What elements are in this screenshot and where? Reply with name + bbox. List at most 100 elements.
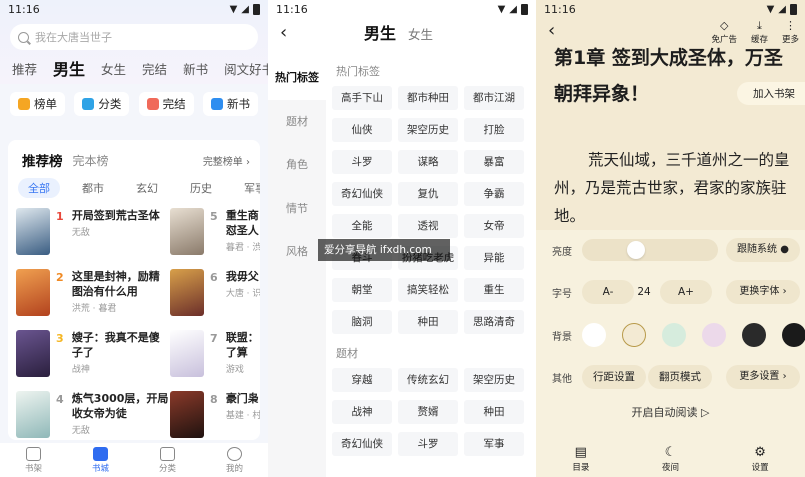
nav-bookstore[interactable]: 书城	[92, 446, 109, 474]
tab-female[interactable]: 女生	[93, 59, 134, 84]
more-button[interactable]: ⋮ 更多	[782, 20, 799, 46]
tag-chip[interactable]: 穿越	[332, 368, 392, 392]
grid-icon	[159, 446, 175, 461]
tag-chip[interactable]: 复仇	[398, 182, 458, 206]
tag-chip[interactable]: 仙侠	[332, 118, 392, 142]
page-mode-button[interactable]: 翻页模式	[648, 365, 712, 389]
list-item[interactable]: 4 炼气3000层，开局收女帝为徒 无敌	[16, 391, 170, 440]
tag-chip[interactable]: 朝堂	[332, 278, 392, 302]
tag-chip[interactable]: 斗罗	[332, 150, 392, 174]
tag-chip[interactable]: 奇幻仙侠	[332, 432, 392, 456]
battery-icon	[521, 3, 528, 15]
bg-green-swatch[interactable]	[662, 323, 686, 347]
bg-black-swatch[interactable]	[782, 323, 805, 347]
list-item[interactable]: 8 豪门枭 基建 · 村	[170, 391, 260, 440]
tag-chip[interactable]: 谋略	[398, 150, 458, 174]
nav-category[interactable]: 分类	[159, 446, 176, 474]
nav-contents[interactable]: ▤ 目录	[572, 445, 589, 473]
ranking-title[interactable]: 推荐榜	[22, 150, 63, 170]
tab-recommend[interactable]: 推荐	[4, 59, 45, 84]
list-item[interactable]: 1 开局签到荒古圣体 无敌	[16, 208, 170, 260]
nav-mine[interactable]: 我的	[226, 446, 243, 474]
nav-settings[interactable]: ⚙ 设置	[752, 445, 769, 473]
back-icon[interactable]: ‹	[548, 20, 555, 41]
back-icon[interactable]: ‹	[280, 22, 287, 43]
change-font-button[interactable]: 更换字体 ›	[726, 280, 800, 304]
tag-chip[interactable]: 暴富	[464, 150, 524, 174]
list-item[interactable]: 5 重生商 怼圣人 暮君 · 渋	[170, 208, 260, 260]
tag-chip[interactable]: 思路清奇	[464, 310, 524, 334]
shortcut-new[interactable]: 新书	[202, 92, 258, 116]
shortcut-finished[interactable]: 完结	[138, 92, 194, 116]
sidebar-item-plot[interactable]: 情节	[268, 187, 326, 231]
follow-system-toggle[interactable]: 跟随系统 ●	[726, 238, 800, 262]
section-title: 题材	[336, 347, 358, 360]
tag-chip[interactable]: 战神	[332, 400, 392, 424]
tag-chip[interactable]: 争霸	[464, 182, 524, 206]
full-ranking-link[interactable]: 完整榜单 ›	[203, 153, 250, 168]
chip-urban[interactable]: 都市	[72, 178, 114, 198]
shortcut-category[interactable]: 分类	[74, 92, 130, 116]
tag-chip[interactable]: 架空历史	[464, 368, 524, 392]
tag-chip[interactable]: 奇幻仙侠	[332, 182, 392, 206]
sidebar-item-theme[interactable]: 题材	[268, 100, 326, 144]
tag-chip[interactable]: 全能	[332, 214, 392, 238]
book-tags: 无敌	[71, 426, 90, 436]
chip-history[interactable]: 历史	[180, 178, 222, 198]
list-item[interactable]: 6 我毋父 大唐 · 识	[170, 269, 260, 321]
brightness-slider[interactable]	[582, 239, 718, 261]
sidebar-item-hot-tags[interactable]: 热门标签	[268, 56, 326, 100]
signal-icon: ◢	[778, 3, 786, 15]
tab-female[interactable]: 女生	[408, 24, 433, 43]
tab-new[interactable]: 新书	[175, 59, 216, 84]
chip-military[interactable]: 军事	[234, 178, 260, 198]
sidebar-item-role[interactable]: 角色	[268, 143, 326, 187]
tag-chip[interactable]: 都市江湖	[464, 86, 524, 110]
tag-chip[interactable]: 高手下山	[332, 86, 392, 110]
nav-bookshelf[interactable]: 书架	[25, 446, 42, 474]
tag-chip[interactable]: 女帝	[464, 214, 524, 238]
tag-chip[interactable]: 种田	[464, 400, 524, 424]
finished-ranking-tab[interactable]: 完本榜	[73, 152, 109, 169]
nav-night[interactable]: ☾ 夜间	[662, 445, 679, 473]
tag-chip[interactable]: 异能	[464, 246, 524, 270]
tag-chip[interactable]: 种田	[398, 310, 458, 334]
tag-chip[interactable]: 斗罗	[398, 432, 458, 456]
tag-chip[interactable]: 赘婿	[398, 400, 458, 424]
bg-parchment-swatch[interactable]	[622, 323, 646, 347]
tag-chip[interactable]: 架空历史	[398, 118, 458, 142]
status-time: 11:16	[8, 2, 40, 16]
tab-finished[interactable]: 完结	[134, 59, 175, 84]
slider-handle[interactable]	[627, 241, 645, 259]
tag-chip[interactable]: 透视	[398, 214, 458, 238]
chevron-right-icon: ›	[246, 156, 250, 168]
tab-male[interactable]: 男生	[364, 20, 396, 44]
tab-male[interactable]: 男生	[45, 56, 93, 84]
tag-chip[interactable]: 传统玄幻	[398, 368, 458, 392]
bg-white-swatch[interactable]	[582, 323, 606, 347]
tag-chip[interactable]: 搞笑轻松	[398, 278, 458, 302]
tag-chip[interactable]: 脑洞	[332, 310, 392, 334]
download-button[interactable]: ⤓ 缓存	[751, 20, 768, 46]
more-settings-button[interactable]: 更多设置 ›	[726, 365, 800, 389]
tag-chip[interactable]: 军事	[464, 432, 524, 456]
list-item[interactable]: 2 这里是封神，励精图治有什么用 洪荒 · 暮君	[16, 269, 170, 321]
add-to-shelf-button[interactable]: 加入书架	[737, 82, 805, 105]
tab-good-books[interactable]: 阅文好书	[216, 59, 268, 84]
line-spacing-button[interactable]: 行距设置	[582, 365, 646, 389]
font-increase-button[interactable]: A+	[660, 280, 712, 304]
tag-chip[interactable]: 都市种田	[398, 86, 458, 110]
chip-all[interactable]: 全部	[18, 178, 60, 198]
ad-free-button[interactable]: ◇ 免广告	[711, 20, 737, 46]
search-input[interactable]: 我在大唐当世子	[10, 24, 258, 50]
list-item[interactable]: 3 嫂子：我真不是傻子了 战神	[16, 330, 170, 382]
chip-fantasy[interactable]: 玄幻	[126, 178, 168, 198]
auto-read-button[interactable]: 开启自动阅读 ▷	[536, 404, 805, 420]
bg-dark-swatch[interactable]	[742, 323, 766, 347]
list-item[interactable]: 7 联盟： 了算 游戏	[170, 330, 260, 382]
bg-pink-swatch[interactable]	[702, 323, 726, 347]
font-decrease-button[interactable]: A-	[582, 280, 634, 304]
tag-chip[interactable]: 重生	[464, 278, 524, 302]
tag-chip[interactable]: 打脸	[464, 118, 524, 142]
shortcut-ranking[interactable]: 榜单	[10, 92, 65, 116]
